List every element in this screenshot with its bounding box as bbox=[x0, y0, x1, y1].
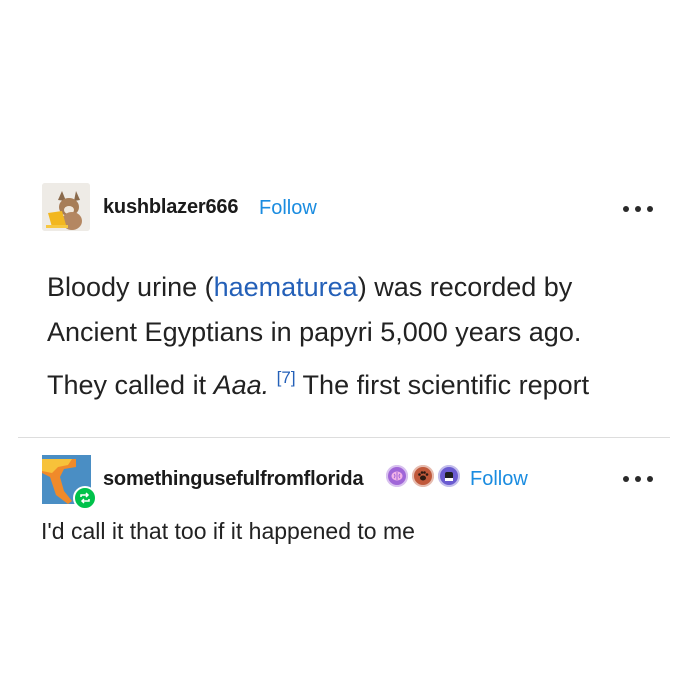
reply-post: somethingusefulfromflorida Follow bbox=[0, 450, 700, 570]
post-username[interactable]: kushblazer666 bbox=[103, 196, 238, 219]
glove-badge-icon[interactable] bbox=[438, 465, 460, 487]
aaa-term: Aaa. bbox=[213, 370, 270, 400]
paw-badge-icon[interactable] bbox=[412, 465, 434, 487]
haematurea-link[interactable]: haematurea bbox=[214, 272, 358, 302]
avatar[interactable] bbox=[42, 183, 90, 231]
divider bbox=[18, 437, 670, 438]
badge-group bbox=[386, 465, 460, 487]
reblog-icon bbox=[73, 486, 97, 510]
brain-badge-icon[interactable] bbox=[386, 465, 408, 487]
original-post: kushblazer666 Follow Bloody urine (haema… bbox=[0, 180, 700, 420]
quoted-text: Bloody urine (haematurea) was recorded b… bbox=[47, 265, 647, 415]
more-options-icon[interactable] bbox=[623, 474, 653, 484]
follow-button[interactable]: Follow bbox=[470, 468, 528, 491]
avatar[interactable] bbox=[42, 455, 97, 510]
quote-line-3: They called it Aaa. [7] The first scient… bbox=[47, 368, 590, 400]
fox-laptop-avatar-icon bbox=[42, 183, 90, 231]
reply-text: I'd call it that too if it happened to m… bbox=[41, 518, 415, 544]
quote-line-1: Bloody urine (haematurea) was recorded b… bbox=[47, 272, 573, 302]
reply-username[interactable]: somethingusefulfromflorida bbox=[103, 468, 364, 491]
more-options-icon[interactable] bbox=[623, 204, 653, 214]
quote-line-2: Ancient Egyptians in papyri 5,000 years … bbox=[47, 317, 582, 347]
follow-button[interactable]: Follow bbox=[259, 197, 317, 220]
citation-link[interactable]: [7] bbox=[277, 368, 296, 387]
